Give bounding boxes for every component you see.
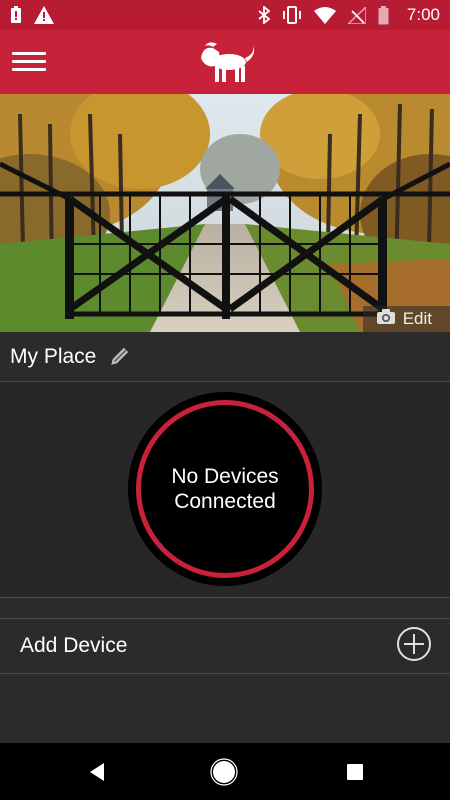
no-devices-line1: No Devices [171, 465, 279, 488]
vibrate-icon [282, 6, 302, 24]
status-bar: 7:00 [0, 0, 450, 30]
hamburger-menu-icon[interactable] [12, 47, 48, 77]
battery-alert-icon [10, 6, 22, 24]
pencil-icon[interactable] [108, 346, 130, 368]
gate-scene-image [0, 94, 450, 332]
lion-logo [201, 42, 255, 82]
no-signal-icon [347, 6, 366, 24]
home-circle-icon[interactable] [209, 757, 239, 787]
no-devices-line2: Connected [174, 490, 276, 513]
add-device-button[interactable]: Add Device [0, 618, 450, 674]
place-photo: Edit [0, 94, 450, 332]
wifi-icon [313, 6, 336, 24]
status-left-icons [10, 6, 54, 24]
battery-icon [378, 5, 389, 25]
camera-icon [376, 309, 395, 329]
edit-photo-button[interactable]: Edit [362, 306, 450, 332]
app-bar [0, 30, 450, 94]
edit-label: Edit [402, 309, 432, 328]
no-devices-text: No Devices Connected [155, 464, 295, 514]
device-status-inner: No Devices Connected [136, 400, 314, 578]
status-right-icons: 7:00 [258, 5, 440, 25]
place-title: My Place [10, 344, 97, 368]
warning-icon [34, 6, 54, 24]
system-nav-bar [0, 743, 450, 800]
add-circle-icon[interactable] [396, 626, 432, 667]
devices-panel: No Devices Connected [0, 382, 450, 598]
bluetooth-icon [258, 6, 270, 24]
add-device-label: Add Device [20, 634, 128, 657]
device-status-ring: No Devices Connected [128, 392, 322, 586]
back-triangle-icon[interactable] [82, 757, 112, 787]
empty-space [0, 674, 450, 743]
place-header: My Place [0, 332, 450, 382]
recents-square-icon[interactable] [340, 757, 370, 787]
status-time: 7:00 [406, 5, 440, 24]
